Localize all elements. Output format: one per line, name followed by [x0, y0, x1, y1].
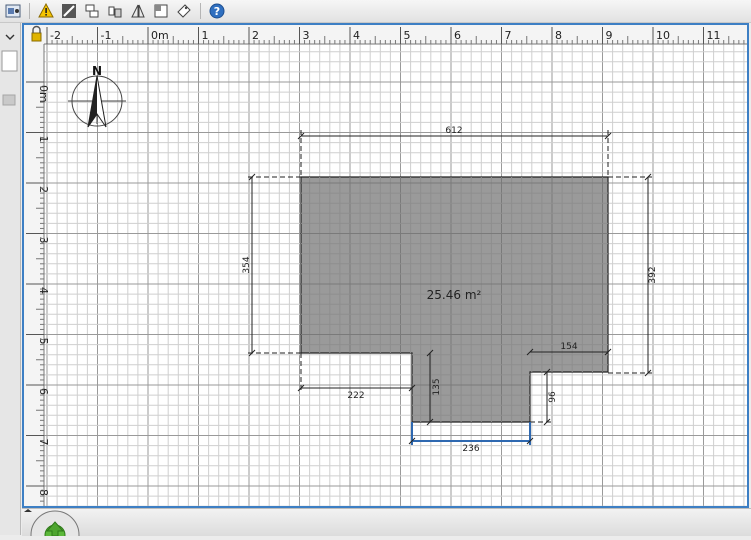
help-icon[interactable]: ?: [207, 2, 227, 20]
svg-text:?: ?: [214, 5, 220, 18]
collapse-arrow-icon[interactable]: [24, 509, 32, 512]
ruler-x-label: 3: [303, 29, 310, 42]
ruler-y-label: 6: [37, 388, 50, 395]
preferences-icon[interactable]: [3, 2, 23, 20]
toolbar-separator: [29, 3, 30, 19]
chevron-down-icon[interactable]: [5, 34, 15, 40]
ruler-y-label: 5: [37, 338, 50, 345]
ruler-x-label: 2: [252, 29, 259, 42]
dimension-label-left: 354: [242, 256, 252, 273]
bottom-panel: [22, 508, 751, 540]
dimension-label-right: 392: [648, 266, 658, 283]
dimension-label-right-step: 154: [560, 342, 577, 352]
dimension-label-bottom-left: 222: [347, 391, 364, 401]
toolbar: ?: [0, 0, 751, 23]
ruler-y-label: 2: [37, 186, 50, 193]
toolbar-separator: [200, 3, 201, 19]
ruler-y-label: 3: [37, 237, 50, 244]
create-rooms-icon[interactable]: [82, 2, 102, 20]
scrollbar-thumb[interactable]: [2, 94, 16, 106]
ruler-y-label: 1: [37, 136, 50, 143]
panel-field[interactable]: [1, 50, 18, 72]
ruler-x-label: 1: [202, 29, 209, 42]
create-labels-icon[interactable]: [151, 2, 171, 20]
ruler-y-label: 8: [37, 489, 50, 496]
create-walls-icon[interactable]: [59, 2, 79, 20]
plan-view[interactable]: -2 -1 0m 1 2 3 4 5 6 7 8 9 10 11 0m 1 2 3 4 5 6 7 8 N 25.46 m…: [22, 23, 750, 508]
ruler-x-label: 0m: [151, 29, 169, 42]
ruler-x-label: 4: [353, 29, 360, 42]
room-area-label: 25.46 m²: [427, 288, 482, 302]
ruler-x-label: 7: [505, 29, 512, 42]
add-text-icon[interactable]: [174, 2, 194, 20]
create-polylines-icon[interactable]: [105, 2, 125, 20]
ruler-x-label: 5: [404, 29, 411, 42]
warning-icon[interactable]: [36, 2, 56, 20]
ruler-y-label: 7: [37, 439, 50, 446]
dimension-label-top: 612: [445, 126, 462, 136]
navigation-arrow-icon[interactable]: [30, 510, 80, 540]
ruler-x-label: 9: [606, 29, 613, 42]
compass-north-label: N: [92, 64, 102, 78]
create-dimensions-icon[interactable]: [128, 2, 148, 20]
dimension-label-notch-left: 135: [432, 378, 442, 395]
dimension-label-notch-right: 96: [548, 391, 558, 403]
dimension-label-bottom: 236: [462, 444, 479, 454]
left-panel-strip: [0, 23, 21, 535]
ruler-y-label: 4: [37, 287, 50, 294]
ruler-x-label: 6: [454, 29, 461, 42]
ruler-x-label: 8: [555, 29, 562, 42]
ruler-y-label: 0m: [37, 85, 50, 103]
